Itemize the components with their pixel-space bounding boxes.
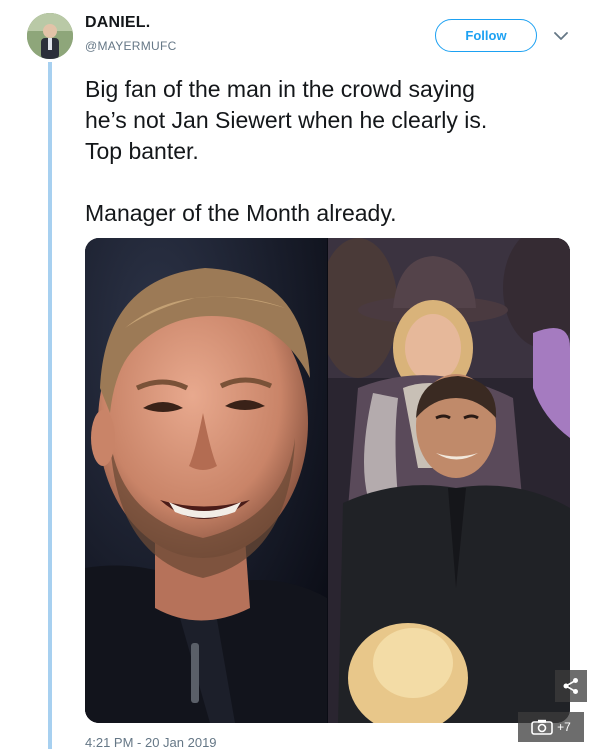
tweet-text: Big fan of the man in the crowd saying h… — [85, 74, 565, 229]
tweet-card: DANIEL. @MAYERMUFC Follow Big fan of the… — [0, 0, 590, 749]
share-icon[interactable] — [555, 670, 587, 702]
camera-icon — [531, 719, 553, 735]
gallery-count: +7 — [557, 720, 571, 734]
avatar-image — [27, 13, 73, 59]
follow-button[interactable]: Follow — [435, 19, 537, 52]
media-grid[interactable] — [85, 238, 570, 723]
author-handle[interactable]: @MAYERMUFC — [85, 39, 177, 53]
gallery-badge[interactable]: +7 — [518, 712, 584, 742]
photo-crowd[interactable] — [328, 238, 570, 723]
tweet-line: Top banter. — [85, 138, 199, 164]
chevron-down-icon[interactable] — [553, 28, 569, 44]
avatar[interactable] — [27, 13, 73, 59]
tweet-timestamp[interactable]: 4:21 PM - 20 Jan 2019 — [85, 735, 217, 749]
tweet-closing-line: Manager of the Month already. — [85, 200, 397, 226]
thread-line — [48, 62, 52, 749]
tweet-line: he’s not Jan Siewert when he clearly is. — [85, 107, 488, 133]
author-display-name[interactable]: DANIEL. — [85, 14, 150, 32]
tweet-line: Big fan of the man in the crowd saying — [85, 76, 475, 102]
photo-portrait[interactable] — [85, 238, 327, 723]
